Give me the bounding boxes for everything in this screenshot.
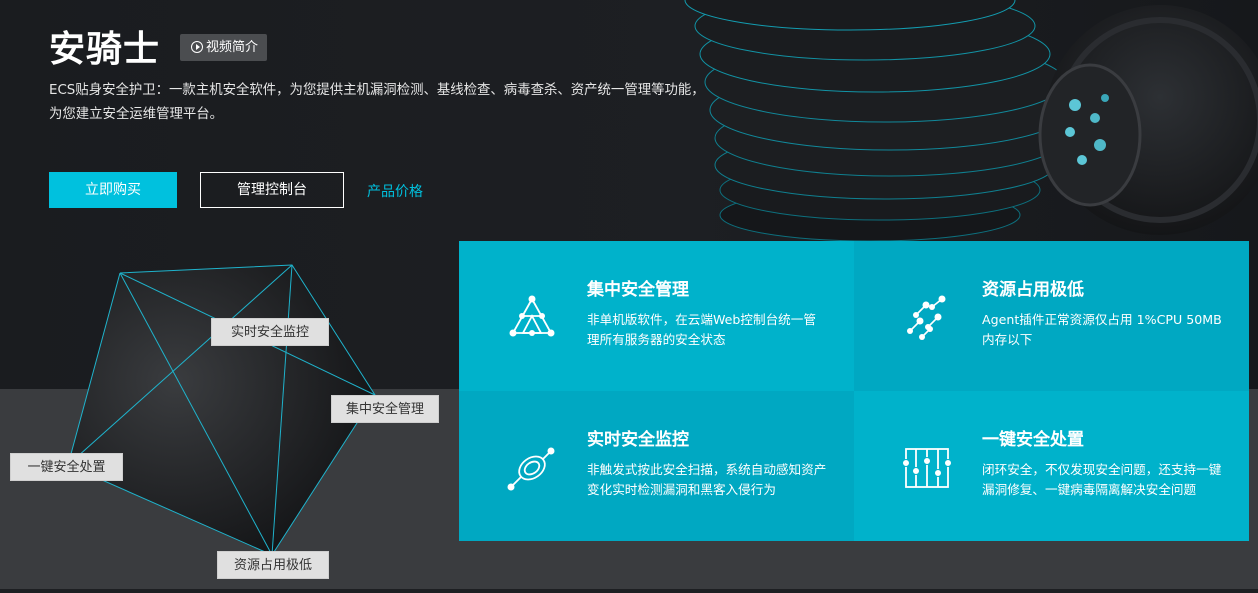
feature-desc: 非单机版软件，在云端Web控制台统一管理所有服务器的安全状态 (587, 312, 816, 347)
product-description: ECS贴身安全护卫：一款主机安全软件，为您提供主机漏洞检测、基线检查、病毒查杀、… (49, 83, 705, 122)
features-panel: 集中安全管理 非单机版软件，在云端Web控制台统一管理所有服务器的安全状态 资源… (459, 241, 1249, 541)
video-intro-label: 视频简介 (206, 40, 259, 55)
feature-diagram: 实时安全监控 集中安全管理 一键安全处置 资源占用极低 (0, 255, 460, 589)
video-intro-button[interactable]: 视频简介 (180, 34, 267, 61)
buy-now-button[interactable]: 立即购买 (49, 172, 177, 208)
feature-title: 实时安全监控 (587, 430, 689, 450)
feature-desc: 非触发式按此安全扫描，系统自动感知资产变化实时检测漏洞和黑客入侵行为 (587, 462, 827, 497)
diagram-label-handling: 一键安全处置 (10, 453, 123, 481)
network-triangle-icon (509, 295, 555, 337)
diagram-label-resource: 资源占用极低 (217, 551, 329, 579)
feature-card-management: 集中安全管理 非单机版软件，在云端Web控制台统一管理所有服务器的安全状态 (459, 241, 854, 391)
diagram-label-management: 集中安全管理 (331, 395, 439, 423)
feature-card-monitoring: 实时安全监控 非触发式按此安全扫描，系统自动感知资产变化实时检测漏洞和黑客入侵行… (459, 391, 854, 541)
console-button[interactable]: 管理控制台 (200, 172, 344, 208)
feature-card-handling: 一键安全处置 闭环安全，不仅发现安全问题，还支持一键漏洞修复、一键病毒隔离解决安… (854, 391, 1249, 541)
product-title: 安骑士 (49, 29, 161, 70)
feature-title: 一键安全处置 (982, 430, 1084, 450)
monitor-disc-icon (507, 447, 555, 491)
play-circle-icon (191, 41, 203, 53)
price-link[interactable]: 产品价格 (367, 181, 423, 201)
feature-card-resource: 资源占用极低 Agent插件正常资源仅占用 1%CPU 50MB内存以下 (854, 241, 1249, 391)
feature-title: 资源占用极低 (982, 280, 1084, 300)
sliders-panel-icon (902, 448, 952, 488)
feature-desc: Agent插件正常资源仅占用 1%CPU 50MB内存以下 (982, 312, 1222, 347)
nodes-scatter-icon (907, 295, 946, 340)
feature-title: 集中安全管理 (587, 280, 689, 300)
diagram-label-monitoring: 实时安全监控 (211, 318, 329, 346)
feature-desc: 闭环安全，不仅发现安全问题，还支持一键漏洞修复、一键病毒隔离解决安全问题 (982, 462, 1222, 497)
